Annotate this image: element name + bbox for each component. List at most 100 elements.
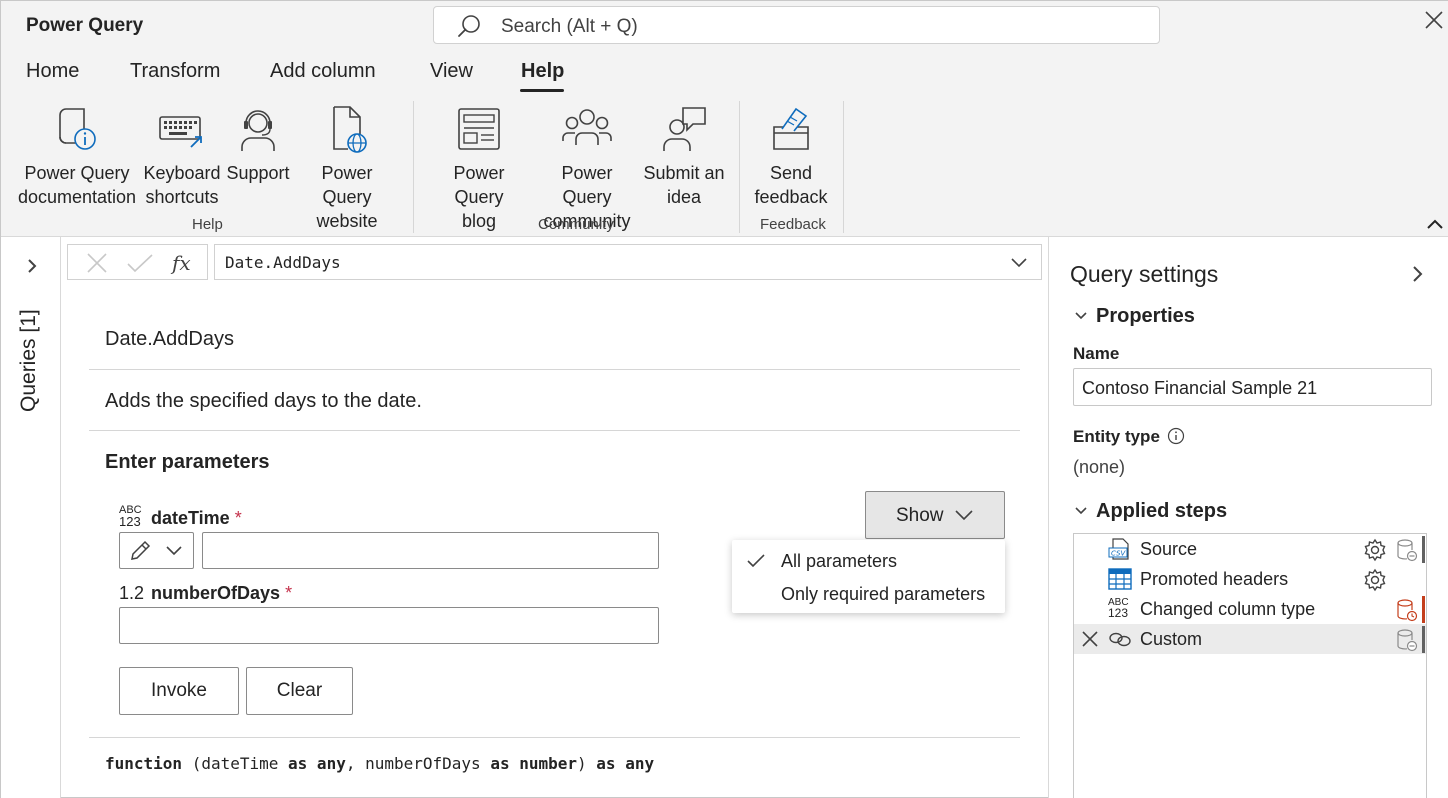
power-query-documentation-button[interactable]: Power Query documentation (15, 103, 139, 209)
document-info-icon (59, 108, 96, 150)
active-tab-indicator (520, 89, 564, 92)
tab-view[interactable]: View (430, 60, 473, 83)
cancel-icon[interactable] (86, 252, 108, 274)
formula-input[interactable]: Date.AddDays (214, 244, 1042, 280)
applied-steps-heading: Applied steps (1096, 500, 1228, 522)
power-query-website-button[interactable]: Power Query website (295, 103, 399, 233)
function-description: Adds the specified days to the date. (105, 390, 422, 412)
invoke-button[interactable]: Invoke (119, 667, 239, 715)
submit-an-idea-button[interactable]: Submit an idea (641, 103, 727, 209)
numberofdays-input[interactable] (119, 607, 659, 644)
search-box[interactable]: Search (Alt + Q) (433, 6, 1160, 44)
query-name-input[interactable]: Contoso Financial Sample 21 (1073, 368, 1432, 406)
step-name: Custom (1140, 629, 1203, 649)
power-query-community-button[interactable]: Power Query community (535, 103, 639, 233)
app-window: Power Query Search (Alt + Q) Home Transf… (0, 0, 1448, 798)
type-123-text: 123 (1108, 606, 1129, 620)
power-query-blog-button[interactable]: Power Query blog (427, 103, 531, 233)
abc-123-icon: ABC 123 (1108, 597, 1132, 619)
people-icon (562, 109, 612, 145)
database-icon (1397, 629, 1418, 652)
menu-item-only-required-parameters[interactable]: Only required parameters (781, 584, 985, 605)
person-chat-icon (663, 107, 706, 151)
query-settings-title: Query settings (1070, 261, 1219, 287)
function-name: Date.AddDays (105, 328, 234, 350)
menu-item-all-parameters[interactable]: All parameters (781, 551, 897, 572)
param-label-numberofdays: numberOfDays * (151, 583, 292, 604)
step-name: Promoted headers (1140, 569, 1289, 589)
divider (89, 369, 1020, 370)
param-name: dateTime (151, 508, 230, 528)
link-icon (1109, 632, 1131, 647)
formula-bar-controls: fx (67, 244, 208, 280)
info-icon[interactable] (1167, 427, 1185, 445)
properties-heading: Properties (1096, 305, 1195, 327)
step-promoted-headers[interactable]: Promoted headers (1074, 564, 1426, 594)
table-icon (1108, 568, 1132, 590)
chevron-down-icon[interactable] (1009, 254, 1029, 272)
entity-type-label: Entity type (1073, 427, 1160, 446)
svg-text:fx: fx (170, 251, 191, 275)
keyword: number (509, 754, 578, 773)
tab-help[interactable]: Help (521, 60, 564, 83)
keyboard-shortcuts-label: Keyboard shortcuts (143, 163, 221, 207)
param-mode-dropdown[interactable] (119, 532, 194, 569)
search-placeholder: Search (Alt + Q) (501, 16, 638, 37)
query-settings-pane: Query settings Properties Name Contoso F… (1048, 237, 1448, 798)
checkmark-icon (747, 554, 765, 568)
app-title: Power Query (26, 15, 144, 36)
queries-pane-label: Queries [1] (17, 309, 40, 412)
pencil-icon (131, 540, 151, 560)
step-source[interactable]: CSV Source (1074, 534, 1426, 564)
tab-add-column[interactable]: Add column (270, 60, 376, 83)
feedback-box-icon (773, 107, 809, 150)
gear-icon[interactable] (1363, 538, 1387, 562)
svg-text:CSV: CSV (1111, 550, 1126, 558)
delete-step-icon[interactable] (1080, 629, 1100, 649)
sig-text: ) (577, 754, 597, 773)
chevron-right-icon[interactable] (1408, 264, 1426, 284)
power-query-blog-label: Power Query blog (453, 163, 505, 231)
entity-type-value: (none) (1073, 457, 1126, 477)
headset-icon (241, 110, 275, 151)
blog-icon (458, 108, 500, 150)
group-divider (413, 101, 414, 233)
name-label: Name (1073, 344, 1120, 363)
any-type-icon: ABC 123 (119, 504, 142, 528)
sig-text: (dateTime (182, 754, 289, 773)
step-custom[interactable]: Custom (1074, 624, 1426, 654)
required-marker: * (285, 583, 293, 603)
applied-steps-list: CSV Source Promoted headers ABC 123 Chan… (1073, 533, 1427, 798)
csv-icon: CSV (1108, 538, 1129, 560)
keyword: function (105, 754, 183, 773)
clear-button[interactable]: Clear (246, 667, 353, 715)
divider (89, 737, 1020, 738)
show-parameters-button[interactable]: Show (865, 491, 1005, 539)
step-name: Source (1140, 539, 1198, 559)
tab-home[interactable]: Home (26, 60, 79, 83)
collapse-ribbon-icon[interactable] (1425, 214, 1445, 234)
divider (89, 430, 1020, 431)
checkmark-icon[interactable] (126, 252, 154, 274)
ribbon: Power Query documentation Keyboard short… (1, 99, 1448, 237)
close-icon[interactable] (1421, 7, 1447, 33)
datetime-input[interactable] (202, 532, 659, 569)
param-name: numberOfDays (151, 583, 281, 603)
required-marker: * (234, 508, 242, 528)
step-status-bar (1422, 626, 1425, 653)
chevron-right-icon[interactable] (23, 257, 41, 275)
chevron-down-icon (1075, 312, 1087, 320)
send-feedback-button[interactable]: Send feedback (749, 103, 833, 209)
submit-an-idea-label: Submit an idea (643, 163, 725, 207)
step-changed-column-type[interactable]: ABC 123 Changed column type (1074, 594, 1426, 624)
keyboard-shortcuts-button[interactable]: Keyboard shortcuts (143, 103, 221, 209)
enter-parameters-heading: Enter parameters (105, 451, 270, 473)
keyword: as (490, 754, 510, 773)
fx-icon[interactable]: fx (170, 250, 196, 276)
formula-text: Date.AddDays (225, 253, 341, 272)
database-icon (1397, 539, 1418, 562)
power-query-documentation-label: Power Query documentation (17, 163, 137, 207)
support-button[interactable]: Support (225, 103, 291, 185)
gear-icon[interactable] (1363, 568, 1387, 592)
tab-transform[interactable]: Transform (130, 60, 220, 83)
